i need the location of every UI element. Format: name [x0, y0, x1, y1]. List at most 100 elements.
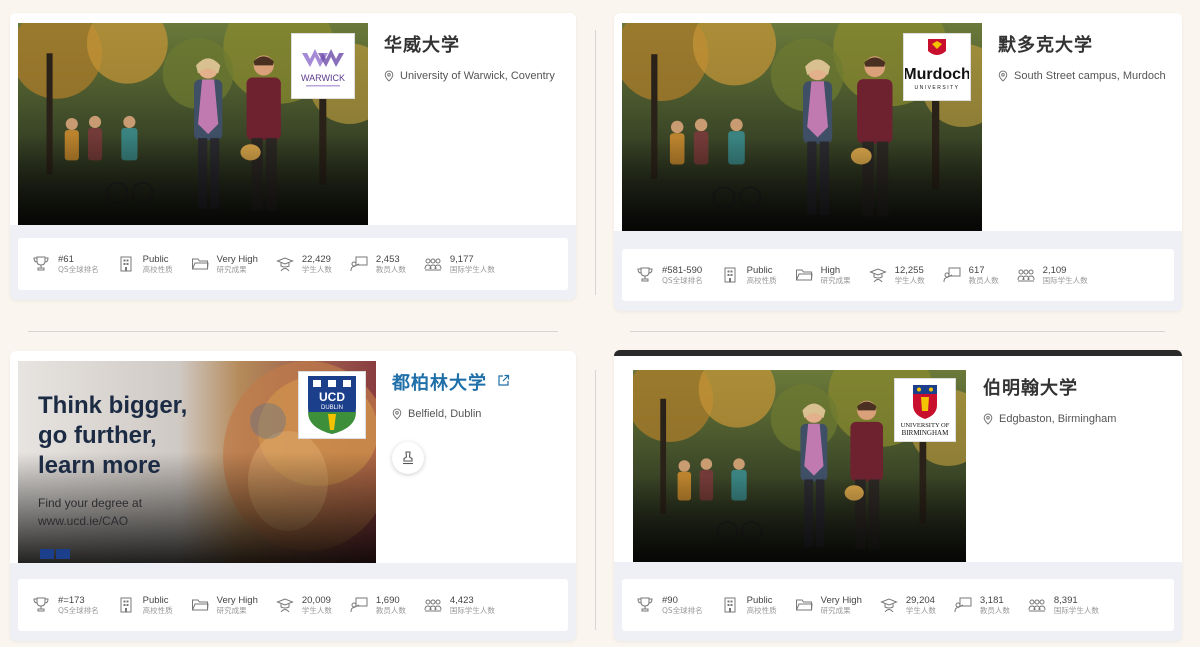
stat-label: QS全球排名: [662, 275, 703, 285]
trophy-icon: [33, 597, 49, 612]
banner-sub-2: www.ucd.ie/CAO: [37, 514, 128, 528]
stat-label: 学生人数: [301, 264, 332, 274]
logo-subtext: BIRMINGHAM: [902, 429, 949, 437]
stat-value: #581-590: [662, 264, 703, 276]
graduate-icon: [276, 598, 294, 613]
stats-bar: #581-590 QS全球排名 Public 高校性质 High 研究成果 12,255 学生…: [622, 249, 1174, 301]
pin-icon: [392, 408, 402, 420]
university-card-murdoch[interactable]: Murdoch UNIVERSITY 默多克大学 South Street ca…: [614, 13, 1182, 311]
stat-item: #90 QS全球排名: [636, 595, 703, 616]
stat-item: 2,109 国际学生人数: [1017, 265, 1088, 286]
teacher-icon: [350, 597, 368, 613]
stat-label: 教员人数: [375, 264, 406, 274]
logo-text: UNIVERSITY OF: [901, 422, 950, 429]
stat-item: 22,429 学生人数: [276, 254, 332, 275]
stat-label: 国际学生人数: [449, 605, 495, 615]
stat-label: 高校性质: [746, 605, 777, 615]
stat-label: 国际学生人数: [449, 264, 495, 274]
university-name-link[interactable]: 都柏林大学: [392, 373, 487, 394]
teacher-icon: [943, 267, 961, 283]
teacher-icon: [350, 256, 368, 272]
external-link-icon[interactable]: [497, 374, 510, 392]
stat-value: 12,255: [894, 264, 924, 276]
stat-label: 高校性质: [142, 264, 173, 274]
stat-value: 29,204: [905, 594, 935, 606]
stat-value: #90: [662, 594, 678, 606]
stat-item: 29,204 学生人数: [880, 595, 936, 616]
folder-icon: [191, 599, 209, 611]
stat-value: #61: [58, 253, 74, 265]
logo-text: UCD: [319, 390, 345, 404]
building-icon: [120, 597, 132, 613]
graduate-icon: [868, 268, 887, 283]
stat-label: 研究成果: [820, 605, 851, 615]
stat-item: Public 高校性质: [117, 595, 173, 616]
graduate-icon: [276, 257, 294, 272]
stat-label: 学生人数: [894, 275, 925, 285]
stat-value: Very High: [216, 594, 258, 606]
university-logo: Murdoch UNIVERSITY: [903, 33, 971, 101]
stamp-button[interactable]: [392, 442, 424, 474]
stat-item: 9,177 国际学生人数: [424, 254, 495, 275]
banner-headline-2: go further,: [38, 422, 157, 449]
stat-item: Public 高校性质: [721, 265, 777, 286]
pin-icon: [998, 70, 1008, 82]
stat-value: Public: [142, 253, 169, 265]
stat-value: High: [820, 264, 841, 276]
university-card-ucd[interactable]: Think bigger, go further, learn more Fin…: [10, 351, 576, 641]
stat-label: 学生人数: [301, 605, 332, 615]
group-icon: [424, 599, 442, 612]
pin-icon: [384, 70, 394, 82]
university-logo: UNIVERSITY OF BIRMINGHAM: [894, 378, 956, 442]
university-logo: WARWICK: [291, 33, 355, 99]
logo-subtext: DUBLIN: [321, 405, 343, 411]
banner-sub-1: Find your degree at: [38, 496, 143, 510]
stat-label: 学生人数: [905, 605, 936, 615]
stat-value: 1,690: [375, 594, 400, 606]
stat-label: 高校性质: [746, 275, 777, 285]
folder-icon: [795, 269, 813, 281]
folder-icon: [191, 258, 209, 270]
stat-value: 9,177: [449, 253, 474, 265]
stat-value: 22,429: [301, 253, 331, 265]
teacher-icon: [954, 597, 972, 613]
divider: [595, 370, 596, 630]
stat-value: 4,423: [449, 594, 474, 606]
university-card-warwick[interactable]: WARWICK 华威大学 University of Warwick, Cove…: [10, 13, 576, 300]
university-card-birmingham[interactable]: UNIVERSITY OF BIRMINGHAM 伯明翰大学 Edgbaston…: [614, 350, 1182, 641]
stat-label: 教员人数: [968, 275, 999, 285]
trophy-icon: [637, 597, 653, 612]
stat-value: Very High: [820, 594, 862, 606]
stat-item: #61 QS全球排名: [32, 254, 99, 275]
stat-label: 研究成果: [216, 605, 247, 615]
location-text: Edgbaston, Birmingham: [999, 413, 1117, 425]
stat-value: Very High: [216, 253, 258, 265]
trophy-icon: [637, 267, 653, 282]
stat-item: High 研究成果: [795, 265, 851, 286]
stat-value: 2,109: [1042, 264, 1067, 276]
location-text: South Street campus, Murdoch: [1014, 70, 1166, 82]
stat-label: 高校性质: [142, 605, 173, 615]
university-location: Edgbaston, Birmingham: [983, 413, 1168, 425]
university-location: Belfield, Dublin: [392, 408, 562, 420]
stat-label: 国际学生人数: [1042, 275, 1088, 285]
stat-value: 617: [968, 264, 985, 276]
stat-item: 617 教员人数: [943, 265, 999, 286]
banner-headline-3: learn more: [38, 452, 161, 479]
group-icon: [1017, 269, 1035, 282]
stat-value: 3,181: [979, 594, 1004, 606]
logo-text: Murdoch: [905, 66, 969, 83]
stat-value: 20,009: [301, 594, 331, 606]
stat-label: QS全球排名: [662, 605, 703, 615]
university-name[interactable]: 华威大学: [384, 31, 562, 57]
stat-item: #=173 QS全球排名: [32, 595, 99, 616]
university-name[interactable]: 伯明翰大学: [983, 374, 1168, 400]
stat-value: Public: [746, 594, 773, 606]
stat-label: 教员人数: [375, 605, 406, 615]
stat-item: Very High 研究成果: [795, 595, 862, 616]
stat-label: QS全球排名: [58, 605, 99, 615]
university-name[interactable]: 默多克大学: [998, 31, 1168, 57]
trophy-icon: [33, 256, 49, 271]
university-location: South Street campus, Murdoch: [998, 70, 1168, 82]
stat-item: 8,391 国际学生人数: [1028, 595, 1099, 616]
